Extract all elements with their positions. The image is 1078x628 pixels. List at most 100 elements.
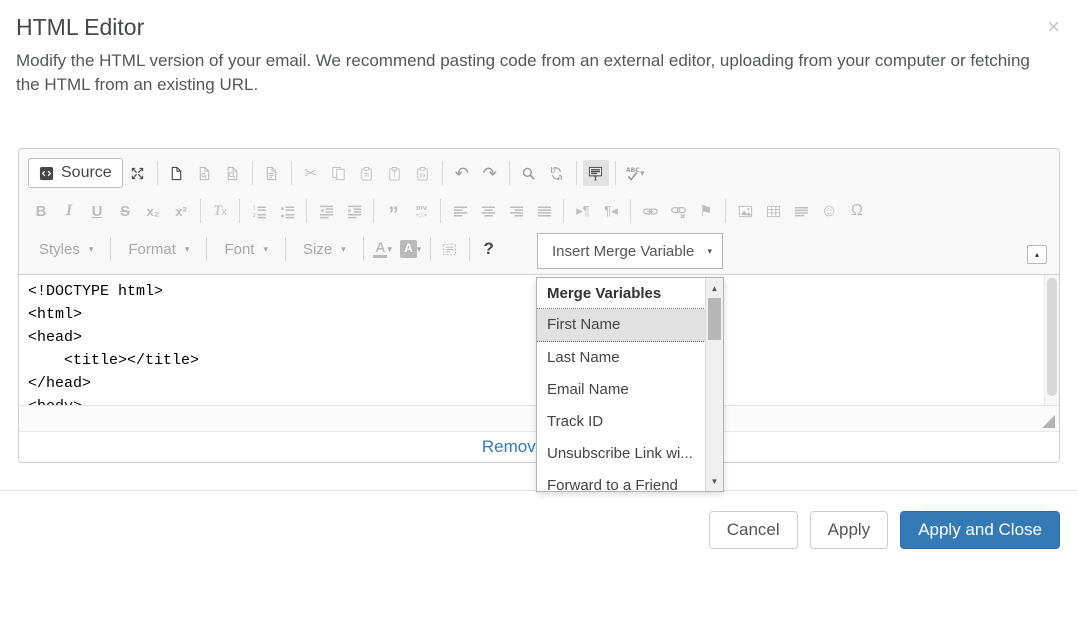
merge-item-forward-to-a-friend[interactable]: Forward to a Friend (537, 470, 706, 491)
font-combo: Font▾ (213, 236, 279, 262)
insert-merge-variable-label: Insert Merge Variable (552, 243, 694, 260)
toolbar-row-2: BIUSx₂x²Tx12”DIV</>▸¶¶◂⚑☺Ω (27, 192, 1051, 230)
redo-button[interactable]: ↷ (477, 160, 503, 186)
merge-variables-dropdown: Merge Variables First NameLast NameEmail… (536, 277, 724, 492)
anchor-button: ⚑ (693, 198, 719, 224)
toolbar-separator (440, 199, 441, 223)
scroll-down-icon[interactable]: ▼ (706, 473, 723, 489)
strikethrough-button: S (112, 198, 138, 224)
svg-text:</>: </> (415, 212, 427, 219)
bidi-ltr-button: ▸¶ (570, 198, 596, 224)
toolbar-separator (576, 161, 577, 185)
code-scrollbar[interactable] (1044, 275, 1059, 405)
source-label: Source (61, 164, 112, 182)
paste-button (354, 160, 380, 186)
collapse-icon: ▴ (1035, 250, 1039, 259)
svg-text:2: 2 (252, 213, 255, 219)
select-all-icon (588, 166, 603, 181)
editor-toolbar: Source✂TW↶↷baABC▾ BIUSx₂x²Tx12”DIV</>▸¶¶… (19, 149, 1059, 275)
spell-check-button[interactable]: ABC▾ (622, 160, 648, 186)
bold-icon: B (36, 203, 47, 220)
toolbar-separator (306, 199, 307, 223)
dropdown-scrollbar-thumb[interactable] (708, 298, 721, 340)
merge-item-last-name[interactable]: Last Name (537, 342, 706, 374)
merge-item-email-name[interactable]: Email Name (537, 374, 706, 406)
toolbar-separator (157, 161, 158, 185)
unlink-button (665, 198, 691, 224)
align-center-button (475, 198, 501, 224)
align-right-button (503, 198, 529, 224)
dropdown-scrollbar[interactable]: ▲ ▼ (705, 278, 723, 491)
source-icon (39, 166, 54, 181)
toolbar-separator (469, 237, 470, 261)
close-icon[interactable]: × (1047, 16, 1060, 38)
italic-icon: I (66, 202, 72, 220)
cut-icon: ✂ (304, 164, 317, 182)
merge-item-first-name[interactable]: First Name (537, 309, 706, 342)
cut-button: ✂ (298, 160, 324, 186)
superscript-icon: x² (175, 204, 187, 219)
templates-button (192, 160, 218, 186)
chevron-down-icon: ▾ (263, 245, 268, 254)
show-blocks-icon (442, 242, 457, 257)
new-page-button[interactable] (164, 160, 190, 186)
redo-icon: ↷ (483, 165, 497, 182)
undo-button[interactable]: ↶ (449, 160, 475, 186)
preview-button (220, 160, 246, 186)
show-blocks-button (437, 236, 463, 262)
scroll-up-icon[interactable]: ▲ (706, 280, 723, 296)
merge-variables-list: Merge Variables First NameLast NameEmail… (537, 278, 706, 491)
code-line: </head> (28, 372, 1039, 395)
styles-combo: Styles▾ (28, 236, 104, 262)
bidi-ltr-icon: ▸¶ (576, 203, 590, 219)
blockquote-icon: ” (388, 207, 398, 215)
toolbar-separator (725, 199, 726, 223)
bidi-rtl-icon: ¶◂ (604, 203, 618, 219)
size-combo: Size▾ (292, 236, 357, 262)
bg-color-button: A▾ (398, 236, 424, 262)
underline-icon: U (92, 203, 103, 220)
bidi-rtl-button: ¶◂ (598, 198, 624, 224)
paste-text-button: T (382, 160, 408, 186)
svg-text:1: 1 (252, 205, 255, 211)
merge-item-track-id[interactable]: Track ID (537, 406, 706, 438)
format-label: Format (128, 241, 176, 258)
collapse-toolbar-button[interactable]: ▴ (1027, 245, 1047, 264)
replace-icon: ba (549, 166, 564, 181)
chevron-down-icon: ▾ (640, 169, 645, 178)
cancel-button[interactable]: Cancel (709, 511, 798, 549)
apply-and-close-button[interactable]: Apply and Close (900, 511, 1060, 549)
about-button[interactable]: ? (476, 236, 502, 262)
toolbar-separator (110, 237, 111, 261)
maximize-button[interactable] (125, 160, 151, 186)
strikethrough-icon: S (120, 203, 130, 220)
image-button (732, 198, 758, 224)
document-properties-icon (264, 166, 279, 181)
horizontal-rule-icon (794, 204, 809, 219)
resize-handle-icon[interactable] (1042, 415, 1055, 428)
merge-item-unsubscribe-link-wi[interactable]: Unsubscribe Link wi... (537, 438, 706, 470)
indent-icon (347, 204, 362, 219)
align-right-icon (509, 204, 524, 219)
toolbar-separator (442, 161, 443, 185)
table-button (760, 198, 786, 224)
chevron-down-icon: ▾ (417, 245, 422, 254)
svg-text:ABC: ABC (626, 167, 640, 174)
insert-merge-variable-combo[interactable]: Insert Merge Variable ▾ (537, 233, 723, 269)
code-line: <body> (28, 395, 1039, 405)
table-icon (766, 204, 781, 219)
toolbar-separator (615, 161, 616, 185)
toolbar-separator (630, 199, 631, 223)
format-combo: Format▾ (117, 236, 200, 262)
apply-button[interactable]: Apply (810, 511, 889, 549)
svg-text:W: W (419, 171, 426, 179)
code-scrollbar-thumb[interactable] (1047, 278, 1057, 396)
source-button[interactable]: Source (28, 158, 123, 188)
replace-button[interactable]: ba (544, 160, 570, 186)
select-all-button[interactable] (583, 160, 609, 186)
dialog-description: Modify the HTML version of your email. W… (16, 49, 1038, 98)
special-char-button: Ω (844, 198, 870, 224)
smiley-button: ☺ (816, 198, 842, 224)
bulleted-list-icon (280, 204, 295, 219)
find-button[interactable] (516, 160, 542, 186)
